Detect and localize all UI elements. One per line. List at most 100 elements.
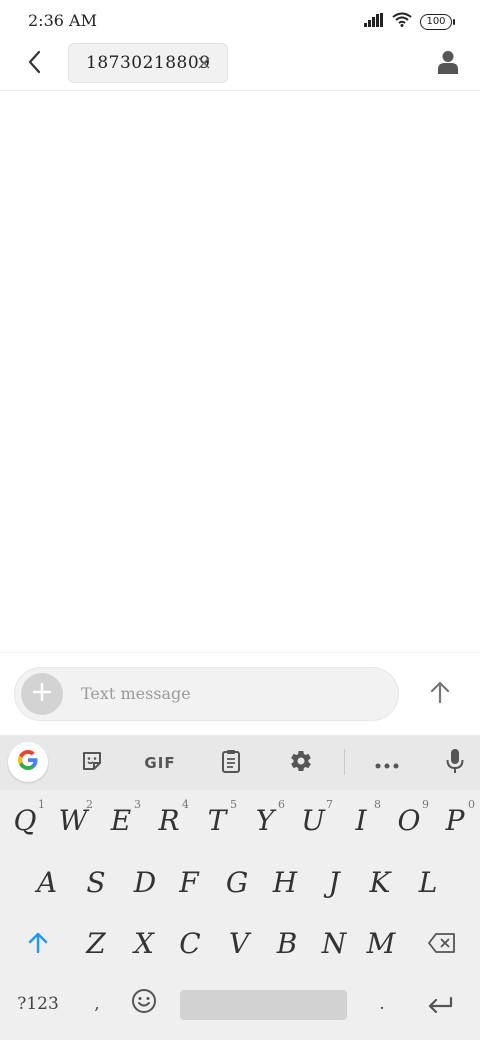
enter-key[interactable] [418, 976, 462, 1032]
key-k[interactable]: K [358, 854, 402, 910]
key-c[interactable]: C [168, 915, 212, 971]
key-m[interactable]: M [359, 915, 403, 971]
key-label: R [158, 803, 180, 837]
key-y[interactable]: Y6 [243, 792, 287, 848]
gif-button[interactable]: GIF [140, 743, 180, 783]
key-label: B [276, 926, 298, 960]
key-label: A [36, 865, 58, 899]
key-label: G [225, 865, 249, 899]
comma-key[interactable]: , [75, 976, 119, 1032]
chevron-left-icon [27, 50, 41, 78]
key-hint: 9 [422, 798, 429, 811]
gear-icon [289, 749, 313, 777]
key-label: C [179, 926, 201, 960]
key-p[interactable]: P0 [433, 792, 477, 848]
sticker-button[interactable] [72, 743, 112, 783]
space-key[interactable] [180, 990, 347, 1020]
key-label: V [228, 926, 250, 960]
more-button[interactable] [367, 743, 407, 783]
status-time: 2:36 AM [28, 11, 97, 30]
symbols-key[interactable]: ?123 [8, 976, 68, 1032]
key-label: E [110, 803, 132, 837]
google-button[interactable] [8, 742, 48, 782]
key-j[interactable]: J [312, 854, 356, 910]
enter-icon [427, 988, 453, 1021]
key-o[interactable]: O9 [387, 792, 431, 848]
gif-label: GIF [144, 754, 176, 772]
key-label: F [179, 865, 199, 899]
key-label: ?123 [17, 994, 59, 1014]
key-label: J [328, 865, 340, 899]
key-label: X [134, 926, 154, 960]
key-x[interactable]: X [122, 915, 166, 971]
key-label: O [397, 803, 421, 837]
key-h[interactable]: H [263, 854, 307, 910]
key-hint: 2 [86, 798, 93, 811]
key-label: Z [86, 926, 106, 960]
keyboard: G I F Q 1 W 2 E 3 R 4 T 5 Y 6 U 7 I 8 O 9 … [0, 735, 480, 1040]
message-input[interactable]: Text message [14, 667, 399, 721]
signal-icon [364, 12, 384, 31]
plus-icon [32, 682, 52, 706]
key-label: D [133, 865, 157, 899]
settings-button[interactable] [281, 743, 321, 783]
key-w[interactable]: W2 [51, 792, 95, 848]
key-a[interactable]: A [25, 854, 69, 910]
key-label: Y [255, 803, 275, 837]
key-d[interactable]: D [123, 854, 167, 910]
key-u[interactable]: U7 [291, 792, 335, 848]
send-button[interactable] [420, 674, 460, 714]
key-i[interactable]: I8 [339, 792, 383, 848]
key-s[interactable]: S [74, 854, 118, 910]
key-v[interactable]: V [217, 915, 261, 971]
key-e[interactable]: E3 [99, 792, 143, 848]
person-icon [438, 50, 458, 78]
contact-button[interactable] [432, 48, 464, 80]
arrow-up-icon [430, 681, 450, 707]
key-label: Q [13, 803, 37, 837]
key-label: L [418, 865, 438, 899]
key-hint: 7 [326, 798, 333, 811]
key-b[interactable]: B [265, 915, 309, 971]
key-label: K [369, 865, 391, 899]
compose-divider [0, 652, 480, 653]
key-z[interactable]: Z [74, 915, 118, 971]
key-r[interactable]: R4 [147, 792, 191, 848]
key-n[interactable]: N [312, 915, 356, 971]
message-placeholder: Text message [81, 684, 191, 703]
microphone-icon [446, 748, 464, 778]
status-icons: 100 [364, 12, 455, 31]
close-icon[interactable] [195, 54, 213, 72]
key-q[interactable]: Q1 [3, 792, 47, 848]
key-hint: 0 [468, 798, 475, 811]
google-icon [16, 748, 40, 776]
shift-key[interactable] [16, 915, 60, 971]
key-hint: 6 [278, 798, 285, 811]
period-key[interactable]: . [360, 976, 404, 1032]
voice-input-button[interactable] [435, 743, 475, 783]
clipboard-button[interactable] [211, 743, 251, 783]
back-button[interactable] [18, 48, 50, 80]
attach-button[interactable] [21, 673, 63, 715]
clipboard-icon [221, 749, 241, 777]
key-hint: 8 [374, 798, 381, 811]
key-label: , [94, 994, 100, 1014]
key-label: M [366, 926, 396, 960]
key-label: W [58, 803, 88, 837]
key-label: N [321, 926, 347, 960]
backspace-key[interactable] [420, 915, 464, 971]
key-hint: 5 [230, 798, 237, 811]
sticker-icon [81, 750, 103, 776]
key-f[interactable]: F [167, 854, 211, 910]
more-horizontal-icon [375, 754, 399, 773]
key-g[interactable]: G [215, 854, 259, 910]
emoji-icon [131, 988, 157, 1021]
key-l[interactable]: L [406, 854, 450, 910]
keyboard-toolbar: GIF [0, 735, 480, 790]
key-t[interactable]: T5 [195, 792, 239, 848]
key-hint: 4 [182, 798, 189, 811]
emoji-key[interactable] [122, 976, 166, 1032]
toolbar-divider [344, 749, 345, 775]
recipient-chip[interactable]: 18730218809 [68, 43, 228, 83]
key-label: I [355, 803, 367, 837]
